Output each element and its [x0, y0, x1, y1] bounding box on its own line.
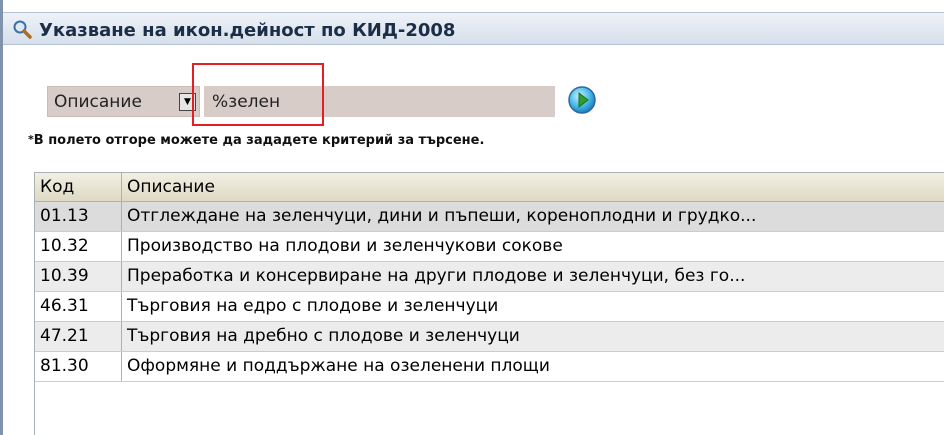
hint-text: В полето отгоре можете да зададете крите…	[33, 133, 485, 148]
row-code: 47.21	[40, 326, 89, 346]
window-left-border	[0, 0, 3, 435]
table-row[interactable]: 10.39 Преработка и консервиране на други…	[35, 262, 944, 292]
table-row[interactable]: 10.32 Производство на плодови и зеленчук…	[35, 232, 944, 262]
search-field-select[interactable]: Описание ▼	[47, 86, 200, 117]
row-description: Отглеждане на зеленчуци, дини и пъпеши, …	[121, 202, 944, 231]
search-input[interactable]	[204, 86, 555, 117]
results-table: Код Описание 01.13 Отглеждане на зеленчу…	[34, 172, 944, 435]
row-description: Търговия на дребно с плодове и зеленчуци	[121, 322, 944, 351]
row-description: Производство на плодови и зеленчукови со…	[121, 232, 944, 261]
search-icon	[13, 20, 32, 39]
column-header-description[interactable]: Описание	[121, 173, 944, 202]
column-header-code[interactable]: Код	[35, 173, 121, 202]
dialog-title: Указване на икон.дейност по КИД-2008	[39, 20, 456, 41]
search-field-select-value: Описание	[54, 92, 142, 112]
table-row[interactable]: 81.30 Оформяне и поддържане на озеленени…	[35, 352, 944, 382]
row-code: 10.39	[40, 266, 89, 286]
chevron-down-icon[interactable]: ▼	[179, 93, 196, 111]
table-header: Код Описание	[35, 173, 944, 202]
table-row[interactable]: 01.13 Отглеждане на зеленчуци, дини и пъ…	[35, 202, 944, 232]
row-description: Преработка и консервиране на други плодо…	[121, 262, 944, 291]
row-description: Търговия на едро с плодове и зеленчуци	[121, 292, 944, 321]
row-code: 46.31	[40, 296, 89, 316]
row-description: Оформяне и поддържане на озеленени площи	[121, 352, 944, 381]
row-code: 01.13	[40, 206, 89, 226]
table-row[interactable]: 46.31 Търговия на едро с плодове и зелен…	[35, 292, 944, 322]
table-row[interactable]: 47.21 Търговия на дребно с плодове и зел…	[35, 322, 944, 352]
row-code: 81.30	[40, 356, 89, 376]
row-code: 10.32	[40, 236, 89, 256]
dialog-title-bar: Указване на икон.дейност по КИД-2008	[3, 12, 944, 45]
play-arrow-icon[interactable]	[567, 85, 597, 115]
search-hint: *В полето отгоре можете да зададете крит…	[28, 133, 484, 148]
